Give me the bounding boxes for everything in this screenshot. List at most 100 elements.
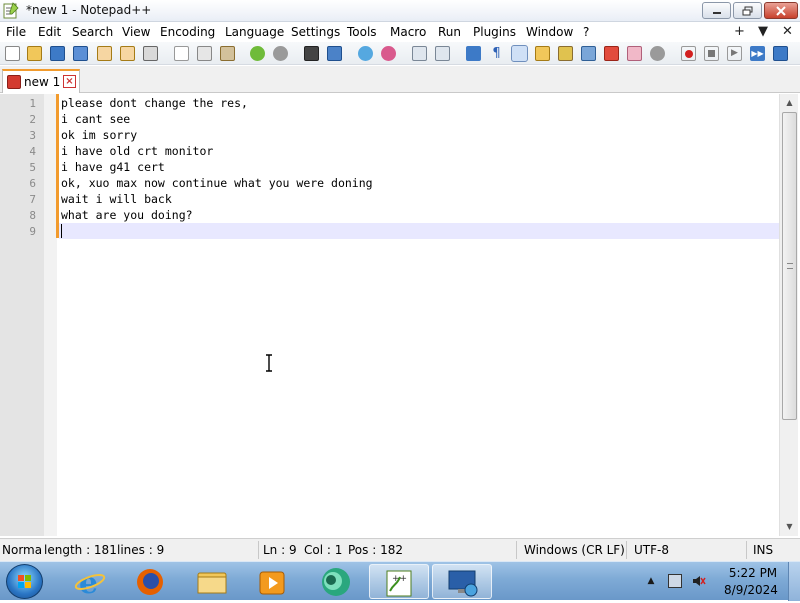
zoom-in-icon[interactable] [358,46,373,61]
status-insert-mode[interactable]: INS [753,543,773,557]
editor-area[interactable]: 1 2 3 4 5 6 7 8 9 please dont change the… [0,94,800,536]
zoom-out-icon[interactable] [381,46,396,61]
firefox-icon [137,569,163,595]
close-document-button[interactable]: ✕ [782,24,793,39]
undo-icon[interactable] [250,46,265,61]
save-icon[interactable] [50,46,65,61]
tab-label: new 1 [24,75,61,89]
function-list-icon[interactable] [604,46,619,61]
status-doc-type: Norma [2,543,43,557]
text-line[interactable]: i cant see [61,112,130,126]
clock-date[interactable]: 8/9/2024 [720,583,782,597]
firefox-taskbar-button[interactable] [122,564,178,599]
new-tab-button[interactable]: + [734,24,745,39]
speaker-icon [693,576,706,586]
menu-language[interactable]: Language [225,25,284,39]
minimize-button[interactable] [702,2,731,19]
sync-vertical-icon[interactable] [412,46,427,61]
text-line[interactable]: i have g41 cert [61,160,165,174]
menu-tools[interactable]: Tools [347,25,377,39]
vertical-scrollbar[interactable]: ▲ ▼ [779,94,798,536]
network-icon[interactable] [668,574,682,588]
save-all-icon[interactable] [73,46,88,61]
text-line[interactable]: please dont change the res, [61,96,248,110]
windows-logo-icon [18,575,31,588]
menu-view[interactable]: View [122,25,150,39]
show-hidden-icons-icon[interactable]: ▲ [644,574,658,588]
close-all-icon[interactable] [120,46,135,61]
user-defined-language-icon[interactable] [535,46,550,61]
sync-horizontal-icon[interactable] [435,46,450,61]
svg-text:e: e [79,566,98,599]
restore-button[interactable] [733,2,762,19]
tab-bar: new 1 × [0,66,800,93]
current-line-highlight [59,223,779,239]
macro-options-icon[interactable] [650,46,665,61]
menu-settings[interactable]: Settings [291,25,340,39]
show-desktop-button[interactable] [788,562,800,601]
text-line[interactable]: ok im sorry [61,128,137,142]
menu-edit[interactable]: Edit [38,25,61,39]
internet-explorer-taskbar-button[interactable]: e [62,564,118,601]
cut-icon[interactable] [174,46,189,61]
menu-plugins[interactable]: Plugins [473,25,516,39]
new-file-icon[interactable] [5,46,20,61]
minimize-icon [712,11,721,14]
text-line[interactable]: i have old crt monitor [61,144,213,158]
menu-encoding[interactable]: Encoding [160,25,215,39]
stop-recording-icon[interactable] [704,46,719,61]
grip-icon [787,263,793,269]
word-wrap-icon[interactable] [466,46,481,61]
menu-help[interactable]: ? [583,25,589,39]
document-map-icon[interactable] [581,46,596,61]
paste-icon[interactable] [220,46,235,61]
menu-search[interactable]: Search [72,25,113,39]
text-line[interactable]: what are you doing? [61,208,193,222]
replace-icon[interactable] [327,46,342,61]
show-all-characters-icon[interactable]: ¶ [489,46,504,61]
status-eol[interactable]: Windows (CR LF) [524,543,625,557]
menu-file[interactable]: File [6,25,26,39]
status-lines: lines : 9 [117,543,165,557]
indent-guide-icon[interactable] [511,45,528,62]
menu-run[interactable]: Run [438,25,461,39]
find-icon[interactable] [304,46,319,61]
status-separator [626,541,627,559]
tab-close-icon[interactable]: × [63,75,76,88]
notepad-plus-plus-taskbar-button[interactable]: ++ [369,564,429,599]
file-explorer-taskbar-button[interactable] [184,564,240,599]
run-macro-multiple-icon[interactable]: ▶▶ [750,46,765,61]
playback-macro-icon[interactable]: ▶ [727,46,742,61]
tab-new-1[interactable]: new 1 × [2,69,80,93]
monitoring-icon[interactable] [627,46,642,61]
menu-macro[interactable]: Macro [390,25,426,39]
copy-icon[interactable] [197,46,212,61]
scroll-down-arrow-icon[interactable]: ▼ [780,518,799,535]
scroll-up-arrow-icon[interactable]: ▲ [780,94,799,111]
text-caret [61,224,62,238]
text-line[interactable]: ok, xuo max now continue what you were d… [61,176,373,190]
open-file-icon[interactable] [27,46,42,61]
folder-as-workspace-icon[interactable] [558,46,573,61]
menu-window[interactable]: Window [526,25,573,39]
record-macro-icon[interactable] [681,46,696,61]
text-line[interactable]: wait i will back [61,192,172,206]
save-macro-icon[interactable] [773,46,788,61]
media-player-icon [259,571,285,595]
redo-icon[interactable] [273,46,288,61]
start-button[interactable] [6,564,43,599]
line-number: 3 [29,129,36,142]
media-player-taskbar-button[interactable] [244,564,300,599]
green-app-taskbar-button[interactable] [306,564,362,599]
status-encoding[interactable]: UTF-8 [634,543,669,557]
scroll-thumb[interactable] [782,112,797,420]
volume-muted-icon[interactable] [692,574,706,588]
clock-time[interactable]: 5:22 PM [725,566,781,580]
close-file-icon[interactable] [97,46,112,61]
print-icon[interactable] [143,46,158,61]
remote-desktop-taskbar-button[interactable] [432,564,492,599]
tab-list-dropdown[interactable]: ▼ [758,24,768,39]
close-button[interactable] [764,2,798,19]
line-number-gutter: 1 2 3 4 5 6 7 8 9 [0,94,44,536]
unsaved-document-icon [7,75,21,89]
